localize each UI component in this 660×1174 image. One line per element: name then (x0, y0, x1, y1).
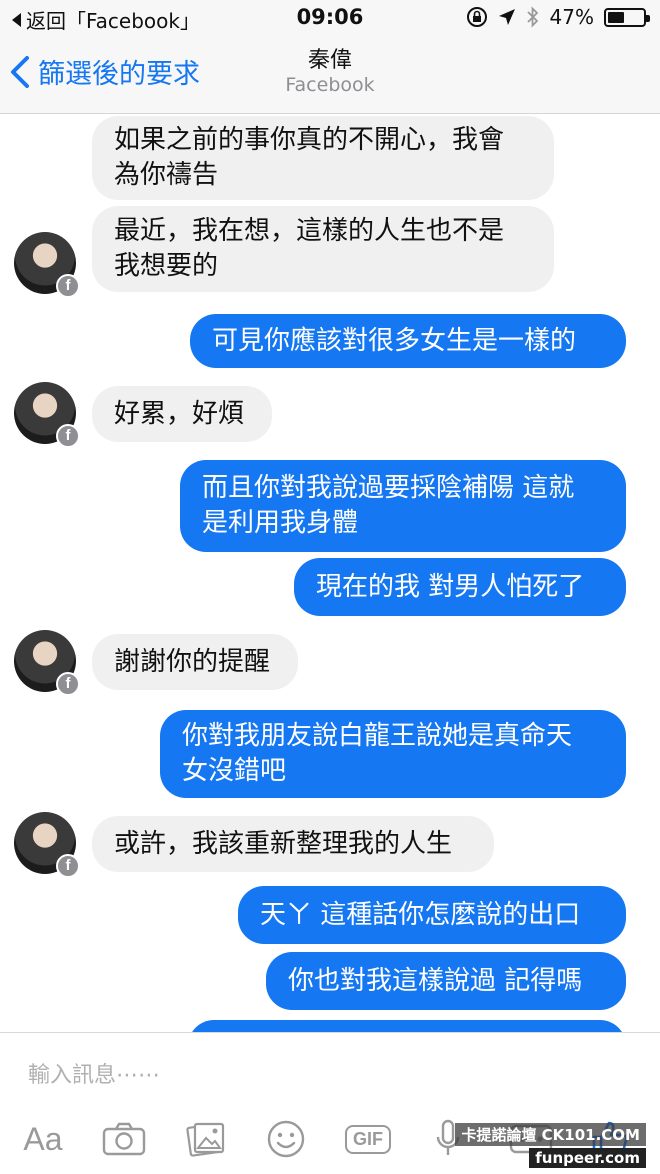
outgoing-message-partial[interactable] (188, 1020, 626, 1032)
outgoing-message[interactable]: 可見你應該對很多女生是一樣的 (190, 314, 626, 368)
outgoing-message[interactable]: 你對我朋友說白龍王說她是真命天 女沒錯吧 (160, 710, 626, 798)
message-text: 天ㄚ 這種話你怎麼說的出口 (260, 899, 581, 930)
message-list[interactable]: 如果之前的事你真的不開心，我會 為你禱告 最近，我在想，這樣的人生也不是 我想要的 f 可… (0, 114, 660, 1032)
incoming-message[interactable]: 好累，好煩 (92, 386, 272, 442)
composer: Aa GIF 卡提諾論壇 CK101.COM funpeer.com (0, 1032, 660, 1174)
message-text: 如果之前的事你真的不開心，我會 為你禱告 (114, 125, 505, 190)
message-text: 或許，我該重新整理我的人生 (114, 828, 453, 859)
status-bar: 返回「Facebook」 09:06 47% (0, 0, 660, 36)
gif-button[interactable]: GIF (342, 1117, 394, 1161)
incoming-message[interactable]: 最近，我在想，這樣的人生也不是 我想要的 (92, 206, 554, 292)
incoming-message[interactable]: 如果之前的事你真的不開心，我會 為你禱告 (92, 116, 554, 200)
photo-gallery-button[interactable] (184, 1117, 228, 1161)
message-text: 你也對我這樣說過 記得嗎 (288, 965, 583, 996)
smiley-icon (267, 1120, 305, 1158)
orientation-lock-icon (466, 7, 487, 27)
watermark-forum: 卡提諾論壇 CK101.COM (455, 1123, 646, 1146)
message-text: 你對我朋友說白龍王說她是真命天 女沒錯吧 (182, 721, 573, 786)
facebook-badge-icon: f (56, 854, 80, 878)
message-text: 可見你應該對很多女生是一樣的 (212, 325, 577, 356)
battery-percent: 47% (549, 5, 594, 29)
contact-avatar[interactable]: f (14, 812, 80, 878)
incoming-message[interactable]: 或許，我該重新整理我的人生 (92, 816, 494, 872)
bluetooth-icon (526, 6, 538, 28)
text-format-label: Aa (23, 1120, 63, 1157)
gif-icon: GIF (345, 1124, 391, 1154)
battery-icon (604, 7, 650, 27)
camera-icon (102, 1122, 146, 1156)
facebook-badge-icon: f (56, 274, 80, 298)
location-arrow-icon (498, 9, 515, 25)
message-text: 而且你對我說過要採陰補陽 這就 是利用我身體 (202, 473, 575, 538)
watermark: 卡提諾論壇 CK101.COM funpeer.com (455, 1123, 646, 1168)
facebook-badge-icon: f (56, 672, 80, 696)
facebook-badge-icon: f (56, 424, 80, 448)
camera-button[interactable] (100, 1117, 148, 1161)
message-text: 現在的我 對男人怕死了 (316, 571, 585, 602)
outgoing-message[interactable]: 現在的我 對男人怕死了 (294, 558, 626, 616)
gif-label: GIF (353, 1128, 383, 1149)
contact-avatar[interactable]: f (14, 382, 80, 448)
watermark-site: funpeer.com (529, 1148, 646, 1168)
sticker-button[interactable] (264, 1117, 308, 1161)
contact-source: Facebook (285, 74, 375, 96)
photo-gallery-icon (186, 1122, 225, 1157)
outgoing-message[interactable]: 你也對我這樣說過 記得嗎 (266, 952, 626, 1010)
text-format-button[interactable]: Aa (18, 1117, 68, 1161)
message-text: 好累，好煩 (114, 398, 245, 429)
outgoing-message[interactable]: 天ㄚ 這種話你怎麼說的出口 (238, 886, 626, 944)
conversation-header: 篩選後的要求 秦偉 Facebook (0, 36, 660, 114)
contact-name[interactable]: 秦偉 (0, 42, 660, 74)
message-input[interactable] (28, 1055, 628, 1095)
contact-avatar[interactable]: f (14, 630, 80, 696)
message-text: 謝謝你的提醒 (114, 646, 271, 677)
incoming-message[interactable]: 謝謝你的提醒 (92, 634, 298, 690)
message-text: 最近，我在想，這樣的人生也不是 我想要的 (114, 216, 505, 281)
contact-avatar[interactable]: f (14, 232, 80, 298)
outgoing-message[interactable]: 而且你對我說過要採陰補陽 這就 是利用我身體 (180, 460, 626, 552)
